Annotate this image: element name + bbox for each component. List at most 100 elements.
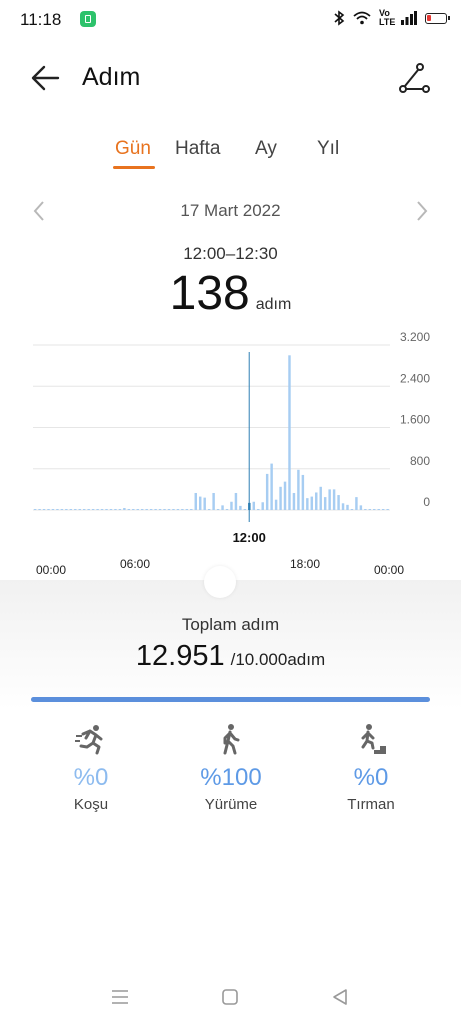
tab-day[interactable]: Gün bbox=[115, 138, 151, 160]
chart-bar[interactable] bbox=[185, 509, 189, 510]
chart-bar[interactable] bbox=[288, 355, 291, 510]
chart-bar[interactable] bbox=[270, 463, 273, 510]
chart-bar[interactable] bbox=[149, 509, 153, 510]
chart-bar[interactable] bbox=[114, 509, 117, 510]
chart-bar[interactable] bbox=[381, 509, 385, 510]
chart-bar[interactable] bbox=[136, 509, 139, 510]
chart-bar[interactable] bbox=[140, 509, 144, 510]
home-icon[interactable] bbox=[218, 985, 242, 1009]
app-notification-icon bbox=[80, 11, 96, 27]
chart-bar[interactable] bbox=[127, 509, 131, 510]
chart-bar[interactable] bbox=[315, 492, 318, 510]
selected-range: 12:00–12:30 bbox=[183, 244, 278, 263]
chart-bar[interactable] bbox=[78, 509, 81, 510]
chart-bar[interactable] bbox=[328, 489, 331, 510]
chart-bar[interactable] bbox=[154, 509, 157, 510]
chart-bar[interactable] bbox=[306, 498, 309, 510]
arrow-left-icon[interactable] bbox=[30, 62, 62, 94]
chart-bar[interactable] bbox=[283, 481, 287, 510]
chart-bar[interactable] bbox=[56, 509, 59, 510]
chart-bar[interactable] bbox=[33, 509, 37, 510]
chart-bar[interactable] bbox=[105, 509, 108, 510]
chart-bar[interactable] bbox=[301, 474, 305, 510]
triangle-back-icon[interactable] bbox=[328, 985, 352, 1009]
chart-bar[interactable] bbox=[252, 501, 256, 510]
tab-week[interactable]: Hafta bbox=[175, 138, 220, 160]
chart-bar[interactable] bbox=[91, 509, 95, 510]
chart-bar[interactable] bbox=[163, 509, 166, 510]
chart-bar[interactable] bbox=[123, 508, 126, 510]
chart-bar[interactable] bbox=[225, 509, 229, 510]
chart-bar[interactable] bbox=[373, 509, 376, 510]
chart-bar[interactable] bbox=[42, 509, 46, 510]
chart-bar[interactable] bbox=[319, 486, 322, 510]
chart-bar[interactable] bbox=[132, 509, 135, 510]
chart-bar[interactable] bbox=[194, 492, 197, 510]
y-tick-label: 3.200 bbox=[400, 330, 430, 344]
chart-bar[interactable] bbox=[359, 505, 363, 510]
chart-bar[interactable] bbox=[96, 509, 99, 510]
chart-bar[interactable] bbox=[203, 497, 206, 510]
chart-bar[interactable] bbox=[109, 509, 113, 510]
chart-bar[interactable] bbox=[51, 509, 55, 510]
chart-handle[interactable] bbox=[204, 566, 236, 598]
chart-bar[interactable] bbox=[69, 509, 73, 510]
tab-year[interactable]: Yıl bbox=[317, 138, 339, 160]
chart-bar[interactable] bbox=[190, 509, 193, 510]
chart-bar[interactable] bbox=[297, 469, 300, 510]
chart-bar[interactable] bbox=[230, 501, 233, 510]
chart-bar[interactable] bbox=[74, 509, 77, 510]
chart-bar[interactable] bbox=[172, 509, 175, 510]
chart-bar[interactable] bbox=[292, 492, 296, 510]
chart-bar[interactable] bbox=[350, 509, 354, 510]
chart-bar[interactable] bbox=[60, 509, 64, 510]
chart-bar[interactable] bbox=[87, 509, 90, 510]
chart-bar[interactable] bbox=[100, 509, 104, 510]
route-icon[interactable] bbox=[398, 62, 430, 94]
chart-bar[interactable] bbox=[82, 509, 86, 510]
chart-bar[interactable] bbox=[243, 509, 247, 510]
chart-bar[interactable] bbox=[279, 486, 282, 510]
activity-running: %0 Koşu bbox=[31, 722, 151, 813]
chart-bar[interactable] bbox=[176, 509, 180, 510]
chart-bar[interactable] bbox=[337, 495, 340, 510]
chart-bar[interactable] bbox=[38, 509, 41, 510]
chart-bar[interactable] bbox=[207, 509, 211, 510]
chart-bar[interactable] bbox=[239, 505, 242, 510]
chart-bar[interactable] bbox=[145, 509, 148, 510]
chart-bar[interactable] bbox=[221, 505, 224, 510]
chart-bar[interactable] bbox=[47, 509, 50, 510]
chart-bar[interactable] bbox=[65, 509, 68, 510]
chart-bar[interactable] bbox=[199, 496, 202, 510]
tab-month[interactable]: Ay bbox=[255, 138, 277, 160]
chart-bar[interactable] bbox=[386, 509, 389, 510]
chart-bar[interactable] bbox=[368, 509, 372, 510]
chart-bar[interactable] bbox=[332, 489, 336, 510]
chart-bar[interactable] bbox=[216, 509, 220, 510]
menu-icon[interactable] bbox=[108, 985, 132, 1009]
chart-bar[interactable] bbox=[265, 473, 269, 510]
chart-bar[interactable] bbox=[274, 499, 278, 510]
chart-bar[interactable] bbox=[158, 509, 162, 510]
chevron-right-icon[interactable] bbox=[414, 200, 430, 222]
chart-bar[interactable] bbox=[323, 497, 327, 510]
chart-bar[interactable] bbox=[364, 509, 367, 510]
chart-bar[interactable] bbox=[167, 509, 171, 510]
steps-bar-chart[interactable]: 3.200 2.400 1.600 800 0 12:00 00:00 06:00 18:00… bbox=[0, 330, 461, 580]
chart-bar[interactable] bbox=[118, 509, 122, 510]
chart-bar[interactable] bbox=[341, 503, 345, 510]
wifi-icon bbox=[353, 11, 371, 25]
chart-bar[interactable] bbox=[234, 492, 238, 510]
chart-bar[interactable] bbox=[355, 497, 358, 510]
bluetooth-icon bbox=[334, 10, 345, 26]
chart-bar[interactable] bbox=[261, 502, 264, 510]
chart-bar[interactable] bbox=[377, 509, 380, 510]
chart-bar[interactable] bbox=[310, 496, 314, 510]
goal-progress-fill bbox=[31, 697, 430, 702]
chart-bar[interactable] bbox=[257, 509, 260, 510]
chart-bar[interactable] bbox=[212, 492, 215, 510]
chart-bar[interactable] bbox=[346, 504, 349, 510]
x-tick-label: 00:00 bbox=[374, 563, 404, 577]
chart-bar[interactable] bbox=[181, 509, 184, 510]
activity-walking: %100 Yürüme bbox=[171, 722, 291, 813]
